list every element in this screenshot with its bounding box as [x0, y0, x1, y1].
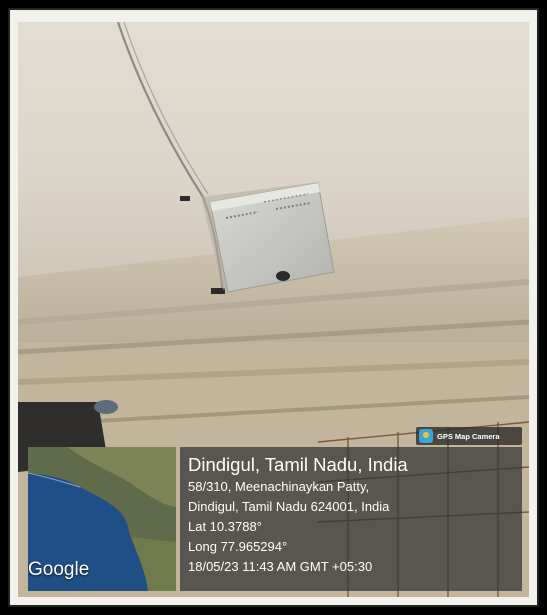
map-thumbnail: Google	[28, 447, 176, 591]
address-line-1: 58/310, Meenachinaykan Patty,	[188, 479, 370, 494]
photo-frame: GPS Map Camera Google Dindigul, Tamil Na…	[0, 0, 547, 615]
location-title: Dindigul, Tamil Nadu, India	[188, 454, 408, 475]
address-line-2: Dindigul, Tamil Nadu 624001, India	[188, 499, 390, 514]
gps-stamp: Google Dindigul, Tamil Nadu, India 58/31…	[28, 447, 522, 595]
gps-app-badge-label: GPS Map Camera	[437, 431, 500, 441]
location-info-panel: Dindigul, Tamil Nadu, India 58/310, Meen…	[180, 447, 522, 591]
blue-object	[94, 400, 118, 414]
map-brand-label: Google	[28, 559, 90, 580]
cable-clip	[180, 196, 190, 201]
latitude: Lat 10.3788°	[188, 519, 262, 534]
gps-app-badge: GPS Map Camera	[416, 427, 522, 445]
gps-camera-icon	[419, 429, 433, 443]
timestamp: 18/05/23 11:43 AM GMT +05:30	[188, 559, 373, 574]
longitude: Long 77.965294°	[188, 539, 288, 554]
device-led	[276, 271, 290, 281]
